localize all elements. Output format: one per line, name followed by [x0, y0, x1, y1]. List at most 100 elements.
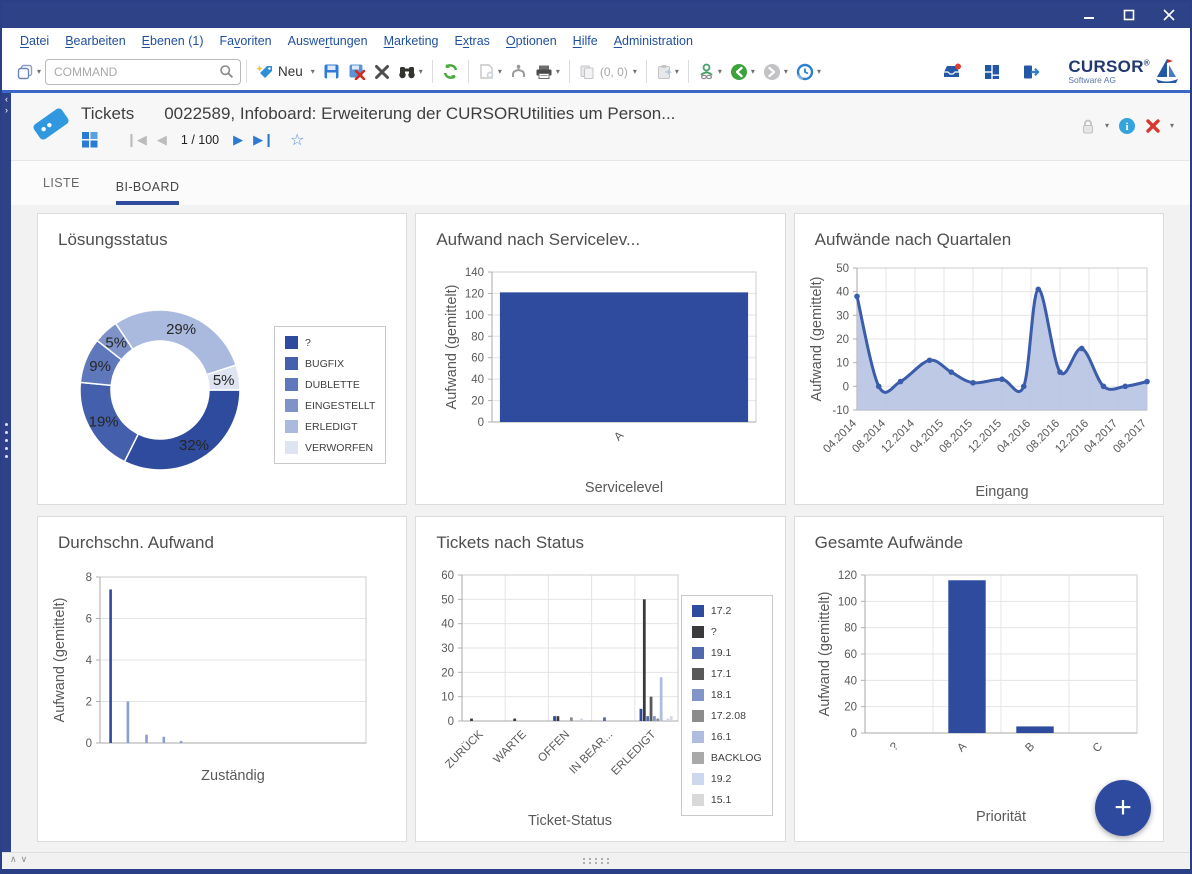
inbox-icon [942, 63, 962, 80]
legend-item: BUGFIX [285, 357, 375, 370]
menu-item-extras[interactable]: Extras [446, 31, 497, 51]
chevron-down-icon: ▾ [751, 68, 755, 76]
svg-text:-10: -10 [832, 405, 849, 417]
legend-label: VERWORFEN [305, 442, 373, 454]
ticket-icon [29, 102, 73, 146]
collapse-left-icon[interactable]: ‹ [2, 94, 11, 105]
menu-item-favoriten[interactable]: Favoriten [212, 31, 280, 51]
sparse-bar-chart: 02468Aufwand (gemittelt)Zuständig [50, 565, 390, 790]
person-search-button[interactable]: ▾ [694, 58, 726, 86]
delete-button[interactable] [370, 58, 394, 86]
close-button[interactable] [1156, 6, 1182, 24]
legend-label: ERLEDIGT [305, 421, 358, 433]
merge-button[interactable] [506, 58, 531, 86]
left-panel-strip[interactable]: ‹ › [2, 93, 11, 852]
forward-arrow-icon [763, 63, 781, 81]
bi-board-dashboard: Lösungsstatus 32%19%9%5%29%5% ? BUGFIX DUB… [11, 205, 1190, 852]
refresh-button[interactable] [438, 58, 463, 86]
previous-record-button[interactable]: ◀ [157, 133, 167, 146]
first-record-button[interactable]: ❙◀ [126, 133, 147, 146]
legend-swatch [285, 378, 298, 391]
chevron-down-icon[interactable]: ▾ [1170, 122, 1174, 130]
command-input[interactable] [52, 64, 214, 80]
command-search-box[interactable] [45, 59, 241, 85]
collapse-down-icon[interactable]: ∨ [21, 854, 32, 864]
menu-item-administration[interactable]: Administration [606, 31, 701, 51]
menu-item-datei[interactable]: Datei [12, 31, 57, 51]
svg-text:60: 60 [472, 353, 485, 365]
chart-title: Lösungsstatus [58, 230, 168, 250]
legend-item: 18.1 [692, 689, 762, 701]
collapse-up-icon[interactable]: ∧ [10, 854, 21, 864]
menu-item-bearbeiten[interactable]: Bearbeiten [57, 31, 133, 51]
clipboard-counter: (0, 0) [600, 65, 628, 79]
expand-right-icon[interactable]: › [2, 105, 11, 116]
navigate-back-button[interactable]: ▾ [726, 58, 759, 86]
save-button[interactable] [319, 58, 344, 86]
maximize-button[interactable] [1116, 6, 1142, 24]
legend-label: BACKLOG [711, 752, 762, 764]
new-record-dropdown[interactable]: ▾ [307, 58, 319, 86]
entity-label: Tickets [81, 104, 134, 124]
toolbar-separator [246, 60, 247, 83]
svg-text:140: 140 [465, 267, 484, 279]
history-button[interactable]: ▾ [792, 58, 825, 86]
grid-view-icon[interactable] [81, 131, 98, 148]
svg-text:0: 0 [86, 738, 92, 750]
legend-item: 17.1 [692, 668, 762, 680]
chart-title: Aufwände nach Quartalen [815, 230, 1012, 250]
info-icon[interactable]: i [1118, 117, 1136, 135]
save-delete-icon [348, 63, 366, 80]
tab-liste[interactable]: LISTE [43, 176, 80, 205]
add-record-fab[interactable]: + [1095, 780, 1151, 836]
menu-item-auswertungen[interactable]: Auswertungen [280, 31, 376, 51]
printer-icon [535, 64, 553, 80]
new-document-button[interactable]: ▾ [474, 58, 506, 86]
svg-text:40: 40 [472, 374, 485, 386]
svg-text:8: 8 [86, 572, 92, 584]
inbox-button[interactable] [938, 58, 966, 86]
paste-button[interactable]: ▾ [652, 58, 683, 86]
chevron-down-icon[interactable]: ▾ [1105, 122, 1109, 130]
svg-text:Aufwand (gemittelt): Aufwand (gemittelt) [444, 285, 460, 410]
navigate-forward-button[interactable]: ▾ [759, 58, 792, 86]
logout-button[interactable] [1018, 58, 1044, 86]
new-record-button[interactable]: Neu [252, 58, 307, 86]
svg-text:0: 0 [842, 381, 848, 393]
svg-text:0: 0 [850, 728, 856, 740]
svg-text:30: 30 [442, 643, 455, 655]
minimize-button[interactable] [1076, 6, 1102, 24]
bottom-splitter-bar[interactable]: ∧∨ [2, 852, 1190, 869]
window-switch-button[interactable]: ▾ [12, 58, 45, 86]
svg-text:ZURÜCK: ZURÜCK [444, 728, 487, 771]
menu-item-hilfe[interactable]: Hilfe [565, 31, 606, 51]
copy-button[interactable]: (0, 0) ▾ [575, 58, 641, 86]
legend-item: DUBLETTE [285, 378, 375, 391]
menu-item-ebenen-1[interactable]: Ebenen (1) [134, 31, 212, 51]
plus-icon: + [1114, 791, 1132, 825]
print-button[interactable]: ▾ [531, 58, 564, 86]
legend-item: 16.1 [692, 731, 762, 743]
svg-text:0: 0 [478, 417, 484, 429]
last-record-button[interactable]: ▶❙ [253, 133, 274, 146]
splitter-handle[interactable] [5, 423, 8, 458]
close-record-icon[interactable] [1145, 118, 1161, 134]
svg-text:Aufwand (gemittelt): Aufwand (gemittelt) [809, 277, 825, 402]
search-records-button[interactable]: ▾ [394, 58, 427, 86]
legend-label: 16.1 [711, 731, 731, 743]
menu-item-optionen[interactable]: Optionen [498, 31, 565, 51]
search-icon[interactable] [219, 64, 234, 79]
svg-text:?: ? [888, 741, 901, 754]
drag-handle[interactable] [583, 858, 609, 864]
svg-text:B: B [1023, 740, 1037, 754]
tab-bi-board[interactable]: BI-BOARD [116, 180, 180, 205]
next-record-button[interactable]: ▶ [233, 133, 243, 146]
chart-title: Durchschn. Aufwand [58, 533, 214, 553]
menu-item-marketing[interactable]: Marketing [376, 31, 447, 51]
save-delete-button[interactable] [344, 58, 370, 86]
dashboard-tiles-button[interactable] [980, 58, 1004, 86]
record-title: 0022589, Infoboard: Erweiterung der CURS… [164, 104, 675, 124]
donut-chart: 32%19%9%5%29%5% [48, 280, 272, 500]
favorite-star-icon[interactable]: ☆ [290, 130, 304, 150]
lock-icon[interactable] [1080, 118, 1096, 135]
